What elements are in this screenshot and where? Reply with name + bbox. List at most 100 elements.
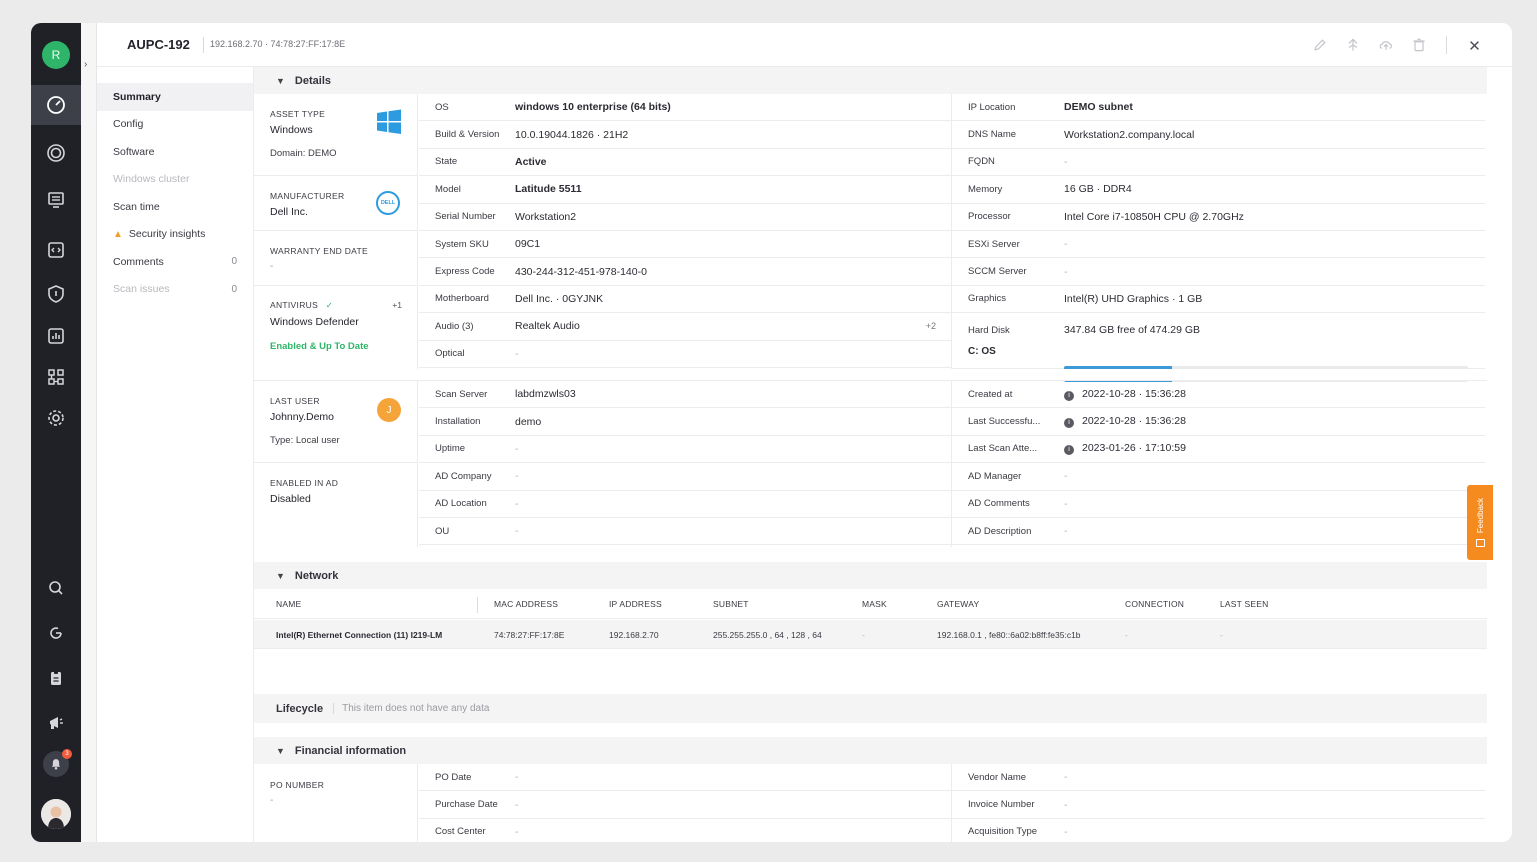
financial-section-header[interactable]: ▼ Financial information — [254, 737, 1487, 764]
refresh-icon[interactable] — [31, 613, 81, 653]
last-user-block: LAST USER Johnny.Demo Type: Local user J — [254, 381, 418, 463]
detail-value: - — [515, 470, 519, 483]
detail-row: PO Date - — [419, 764, 952, 792]
nav-item-label-wrap: ▲ Security insights — [113, 228, 205, 240]
search-icon[interactable] — [31, 568, 81, 608]
detail-key: Model — [435, 183, 461, 195]
table-row[interactable]: Intel(R) Ethernet Connection (11) I219-L… — [254, 620, 1487, 649]
detail-key: Build & Version — [435, 129, 500, 141]
feedback-label: Feedback — [1475, 497, 1485, 534]
detail-value-cell: - — [515, 771, 519, 783]
scan-icon[interactable] — [31, 133, 81, 173]
detail-row: Graphics Intel(R) UHD Graphics · 1 GB — [952, 286, 1485, 314]
collapse-strip[interactable]: › — [81, 23, 97, 842]
cloud-upload-icon[interactable] — [1376, 35, 1396, 55]
column-divider — [477, 597, 478, 613]
detail-value: - — [1064, 238, 1068, 251]
feedback-tab[interactable]: Feedback — [1467, 485, 1493, 560]
network-column-header[interactable]: MASK — [862, 599, 887, 609]
notification-badge: 3 — [62, 749, 72, 759]
lifecycle-section[interactable]: Lifecycle This item does not have any da… — [254, 694, 1487, 723]
detail-key: Processor — [968, 211, 1011, 223]
code-icon[interactable] — [31, 230, 81, 270]
detail-value: DEMO subnet — [1064, 101, 1133, 114]
network-section-header[interactable]: ▼ Network — [254, 562, 1487, 589]
nav-item-label-wrap: Scan time — [113, 201, 160, 213]
detail-key: Purchase Date — [435, 799, 498, 811]
shield-icon[interactable] — [31, 274, 81, 314]
last-user-avatar[interactable]: J — [377, 398, 401, 422]
network-column-header[interactable]: LAST SEEN — [1220, 599, 1268, 609]
po-number-block: PO NUMBER - — [254, 764, 418, 842]
network-icon[interactable] — [31, 357, 81, 397]
info-icon[interactable]: i — [1064, 390, 1074, 401]
close-icon[interactable] — [1464, 35, 1484, 55]
network-column-header[interactable]: IP ADDRESS — [609, 599, 662, 609]
workspace-avatar[interactable]: R — [42, 41, 70, 69]
detail-value-cell: - — [515, 525, 519, 537]
nav-item-count: 0 — [231, 283, 237, 295]
network-column-header[interactable]: MAC ADDRESS — [494, 599, 558, 609]
detail-row: Acquisition Type - — [952, 819, 1485, 842]
detail-value-cell: i 2022-10-28 · 15:36:28 — [1064, 415, 1186, 429]
detail-row: Cost Center - — [419, 819, 952, 842]
edit-icon[interactable] — [1310, 35, 1330, 55]
detail-value-cell: - — [515, 826, 519, 838]
network-cell: - — [1220, 630, 1223, 640]
detail-key: AD Location — [435, 498, 487, 510]
dashboard-icon[interactable] — [31, 85, 81, 125]
nav-item-label-wrap: Software — [113, 146, 154, 158]
detail-value: - — [515, 771, 519, 784]
detail-value: windows 10 enterprise (64 bits) — [515, 101, 671, 114]
expand-chevron-icon[interactable]: › — [84, 59, 87, 70]
detail-value: Workstation2.company.local — [1064, 128, 1195, 141]
nav-item-config[interactable]: Config — [97, 111, 253, 139]
megaphone-icon[interactable] — [31, 703, 81, 743]
detail-value-cell: i 2023-01-26 · 17:10:59 — [1064, 442, 1186, 456]
detail-value-cell: - — [515, 470, 519, 482]
network-column-header[interactable]: CONNECTION — [1125, 599, 1184, 609]
detail-key: AD Company — [435, 470, 492, 482]
merge-icon[interactable] — [1343, 35, 1363, 55]
antivirus-more-count[interactable]: +1 — [392, 300, 402, 310]
manufacturer-block: MANUFACTURER Dell Inc. DELL — [254, 176, 418, 231]
detail-key: SCCM Server — [968, 266, 1027, 278]
nav-item-label-wrap: Comments — [113, 256, 164, 268]
info-icon[interactable]: i — [1064, 445, 1074, 456]
clipboard-icon[interactable] — [31, 658, 81, 698]
more-count[interactable]: +2 — [926, 321, 936, 331]
detail-value: 2022-10-28 · 15:36:28 — [1082, 415, 1186, 428]
nav-item-windows-cluster: Windows cluster — [97, 166, 253, 194]
notifications-button[interactable]: 3 — [43, 749, 72, 777]
detail-value-cell: DEMO subnet — [1064, 101, 1133, 113]
network-column-header[interactable]: GATEWAY — [937, 599, 979, 609]
nav-item-summary[interactable]: Summary — [97, 83, 253, 111]
detail-value: Active — [515, 155, 547, 168]
page-title: AUPC-192 — [127, 37, 190, 52]
network-column-header[interactable]: NAME — [276, 599, 301, 609]
detail-value-cell: - — [1064, 498, 1068, 510]
detail-value-cell: windows 10 enterprise (64 bits) — [515, 101, 671, 113]
detail-value-cell: - — [1064, 238, 1068, 250]
detail-key: Installation — [435, 416, 481, 428]
settings-icon[interactable] — [31, 398, 81, 438]
report-icon[interactable] — [31, 316, 81, 356]
network-column-header[interactable]: SUBNET — [713, 599, 749, 609]
trash-icon[interactable] — [1409, 35, 1429, 55]
detail-value-cell: Intel(R) UHD Graphics · 1 GB — [1064, 293, 1202, 305]
monitor-icon[interactable] — [31, 180, 81, 220]
nav-item-software[interactable]: Software — [97, 138, 253, 166]
nav-item-security-insights[interactable]: ▲ Security insights — [97, 221, 253, 249]
nav-item-scan-time[interactable]: Scan time — [97, 193, 253, 221]
detail-row: AD Comments - — [952, 491, 1485, 518]
domain-value: Domain: DEMO — [270, 148, 337, 159]
details-section-header[interactable]: ▼ Details — [254, 67, 1487, 94]
user-avatar[interactable] — [41, 799, 71, 829]
app-window: R 3 › AUPC-192 192.168.2.70 · 74:78:27:F… — [31, 23, 1512, 842]
info-icon[interactable]: i — [1064, 418, 1074, 429]
detail-key: Optical — [435, 348, 465, 360]
detail-key: AD Comments — [968, 498, 1030, 510]
header-action-divider — [1446, 36, 1447, 54]
detail-value-cell: - — [515, 348, 519, 360]
nav-item-comments[interactable]: Comments 0 — [97, 248, 253, 276]
